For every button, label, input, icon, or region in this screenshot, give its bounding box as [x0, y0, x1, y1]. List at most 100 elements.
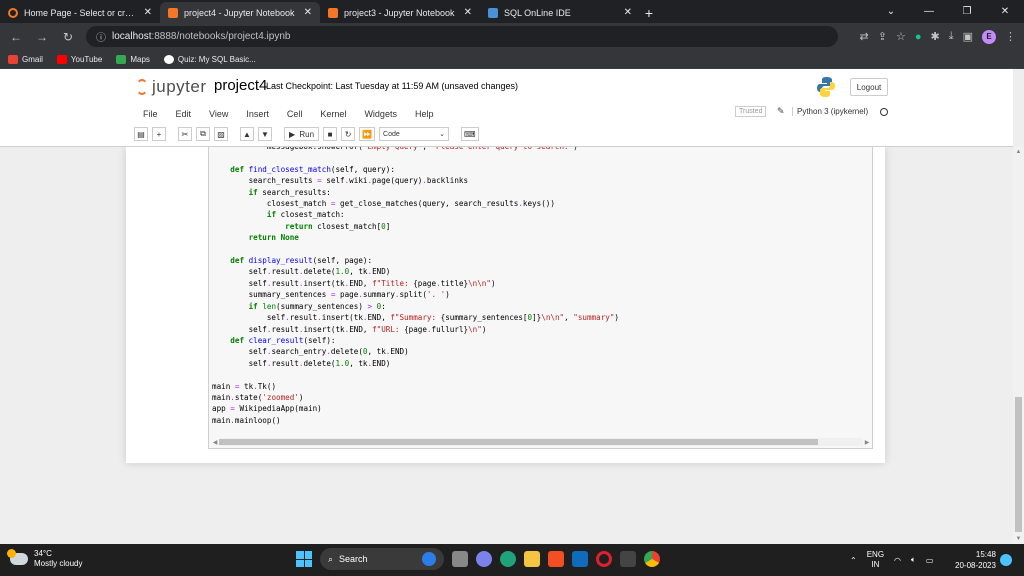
volume-icon[interactable]: 🔈︎ [911, 555, 916, 565]
copy-icon[interactable]: ⧉ [196, 127, 210, 141]
chevron-down-icon[interactable]: ⌄ [872, 0, 910, 22]
notebook-container: messagebox.showerror("Empty Query", "Ple… [126, 147, 885, 463]
chrome-icon[interactable] [644, 551, 660, 567]
edge-icon[interactable] [500, 551, 516, 567]
close-icon[interactable]: ✕ [144, 7, 152, 18]
minimize-icon[interactable]: — [910, 0, 948, 22]
fast-forward-icon[interactable]: ⏩ [359, 127, 376, 141]
url-input[interactable]: ⓘ localhost:8888/notebooks/project4.ipyn… [86, 26, 838, 47]
chevron-up-icon[interactable]: ⌃ [850, 556, 857, 565]
close-icon[interactable]: ✕ [304, 7, 312, 18]
profile-avatar[interactable]: E [982, 29, 996, 44]
jupyter-logo-icon [136, 79, 148, 95]
back-icon[interactable]: ← [8, 30, 24, 44]
restart-icon[interactable]: ↻ [341, 127, 356, 141]
scroll-thumb[interactable] [219, 439, 818, 445]
info-icon[interactable]: ⓘ [96, 29, 106, 44]
extensions-puzzle-icon[interactable]: ✱ [931, 30, 940, 43]
scroll-thumb[interactable] [1015, 397, 1022, 532]
save-icon[interactable]: ▤ [134, 127, 148, 141]
wifi-icon[interactable]: ◠ [894, 556, 901, 565]
menu-view[interactable]: View [200, 109, 237, 119]
code-horizontal-scrollbar[interactable]: ◀ ▶ [211, 437, 871, 447]
grammarly-icon[interactable]: ● [915, 31, 922, 43]
add-cell-icon[interactable]: + [152, 127, 166, 141]
stop-icon[interactable]: ■ [323, 127, 338, 141]
taskbar-search[interactable]: ⌕ Search [320, 548, 444, 570]
notebook-name[interactable]: project4 [214, 77, 267, 94]
restore-icon[interactable]: ❐ [948, 0, 986, 22]
bookmark-youtube[interactable]: YouTube [56, 54, 102, 64]
scroll-right-icon[interactable]: ▶ [863, 439, 871, 446]
cell-type-select[interactable]: Code ⌄ [379, 127, 450, 141]
battery-icon[interactable]: ▭ [926, 556, 934, 565]
move-down-icon[interactable]: ▼ [258, 127, 272, 141]
tab-label: SQL OnLine IDE [504, 7, 571, 18]
menu-help[interactable]: Help [406, 109, 443, 119]
jupyter-logo[interactable]: jupyter [136, 77, 207, 97]
scroll-track[interactable] [219, 438, 863, 446]
jupyter-favicon-icon [8, 7, 18, 18]
language-indicator[interactable]: ENG IN [867, 550, 884, 570]
system-tray: ⌃ ENG IN ◠ 🔈︎ ▭ [850, 550, 933, 570]
menu-edit[interactable]: Edit [167, 109, 201, 119]
paste-icon[interactable]: ▨ [214, 127, 228, 141]
windows-start-icon[interactable] [296, 551, 312, 567]
scroll-down-icon[interactable]: ▼ [1013, 536, 1024, 542]
bookmarks-bar: Gmail YouTube Maps Quiz: My SQL Basic... [0, 50, 1024, 69]
reload-icon[interactable]: ↻ [60, 30, 76, 44]
menu-cell[interactable]: Cell [278, 109, 312, 119]
browser-tab-project4[interactable]: project4 - Jupyter Notebook ✕ [160, 2, 320, 23]
run-label: Run [299, 129, 315, 139]
clock[interactable]: 15:48 20-08-2023 [955, 549, 996, 571]
bookmark-quiz[interactable]: Quiz: My SQL Basic... [163, 54, 256, 64]
mail-icon[interactable] [572, 551, 588, 567]
cut-icon[interactable]: ✂ [178, 127, 192, 141]
tab-label: project3 - Jupyter Notebook [344, 7, 455, 18]
logout-button[interactable]: Logout [850, 78, 888, 96]
bookmark-maps[interactable]: Maps [116, 54, 150, 64]
teams-chat-icon[interactable] [476, 551, 492, 567]
notification-icon[interactable] [1000, 554, 1012, 566]
bookmark-label: Maps [130, 54, 150, 64]
weather-widget[interactable]: 34°C Mostly cloudy [7, 549, 82, 569]
browser-tab-home[interactable]: Home Page - Select or create a n ✕ [0, 2, 160, 23]
new-tab-icon[interactable]: + [640, 2, 658, 23]
taskbar-apps: ⌕ Search [296, 548, 660, 570]
jupyter-header: jupyter project4 Last Checkpoint: Last T… [0, 69, 1013, 147]
scroll-up-icon[interactable]: ▲ [1013, 149, 1024, 155]
microsoft-store-icon[interactable] [548, 551, 564, 567]
sidepanel-icon[interactable]: ▣ [963, 30, 973, 43]
code-editor[interactable]: messagebox.showerror("Empty Query", "Ple… [212, 147, 619, 426]
bookmark-gmail[interactable]: Gmail [8, 54, 43, 64]
browser-tab-sql-online[interactable]: SQL OnLine IDE ✕ [480, 2, 640, 23]
browser-tab-project3[interactable]: project3 - Jupyter Notebook ✕ [320, 2, 480, 23]
download-icon[interactable]: ⤓ [949, 30, 954, 43]
run-button[interactable]: ▶ Run [284, 127, 320, 141]
forward-icon[interactable]: → [34, 30, 50, 44]
trusted-indicator[interactable]: Trusted [735, 106, 767, 117]
pencil-icon[interactable]: ✎ [777, 106, 785, 117]
scroll-left-icon[interactable]: ◀ [211, 439, 219, 446]
task-view-icon[interactable] [452, 551, 468, 567]
keyboard-icon[interactable]: ⌨ [461, 127, 479, 141]
menu-insert[interactable]: Insert [237, 109, 278, 119]
file-explorer-icon[interactable] [524, 551, 540, 567]
close-icon[interactable]: ✕ [464, 7, 472, 18]
bookmark-star-icon[interactable]: ☆ [896, 30, 906, 43]
terminal-icon[interactable] [620, 551, 636, 567]
close-icon[interactable]: ✕ [624, 7, 632, 18]
menu-file[interactable]: File [134, 109, 167, 119]
menu-kernel[interactable]: Kernel [311, 109, 355, 119]
code-cell[interactable]: messagebox.showerror("Empty Query", "Ple… [208, 147, 873, 449]
share-icon[interactable]: ⇪ [878, 30, 887, 43]
search-label: Search [339, 554, 368, 564]
kernel-name[interactable]: Python 3 (ipykernel) [792, 107, 868, 116]
menu-widgets[interactable]: Widgets [355, 109, 406, 119]
opera-icon[interactable] [596, 551, 612, 567]
close-window-icon[interactable]: ✕ [986, 0, 1024, 22]
page-vertical-scrollbar[interactable]: ▲ ▼ [1013, 147, 1024, 544]
menu-kebab-icon[interactable]: ⋮ [1005, 30, 1016, 43]
translate-icon[interactable]: ⇄ [860, 30, 869, 43]
move-up-icon[interactable]: ▲ [240, 127, 254, 141]
